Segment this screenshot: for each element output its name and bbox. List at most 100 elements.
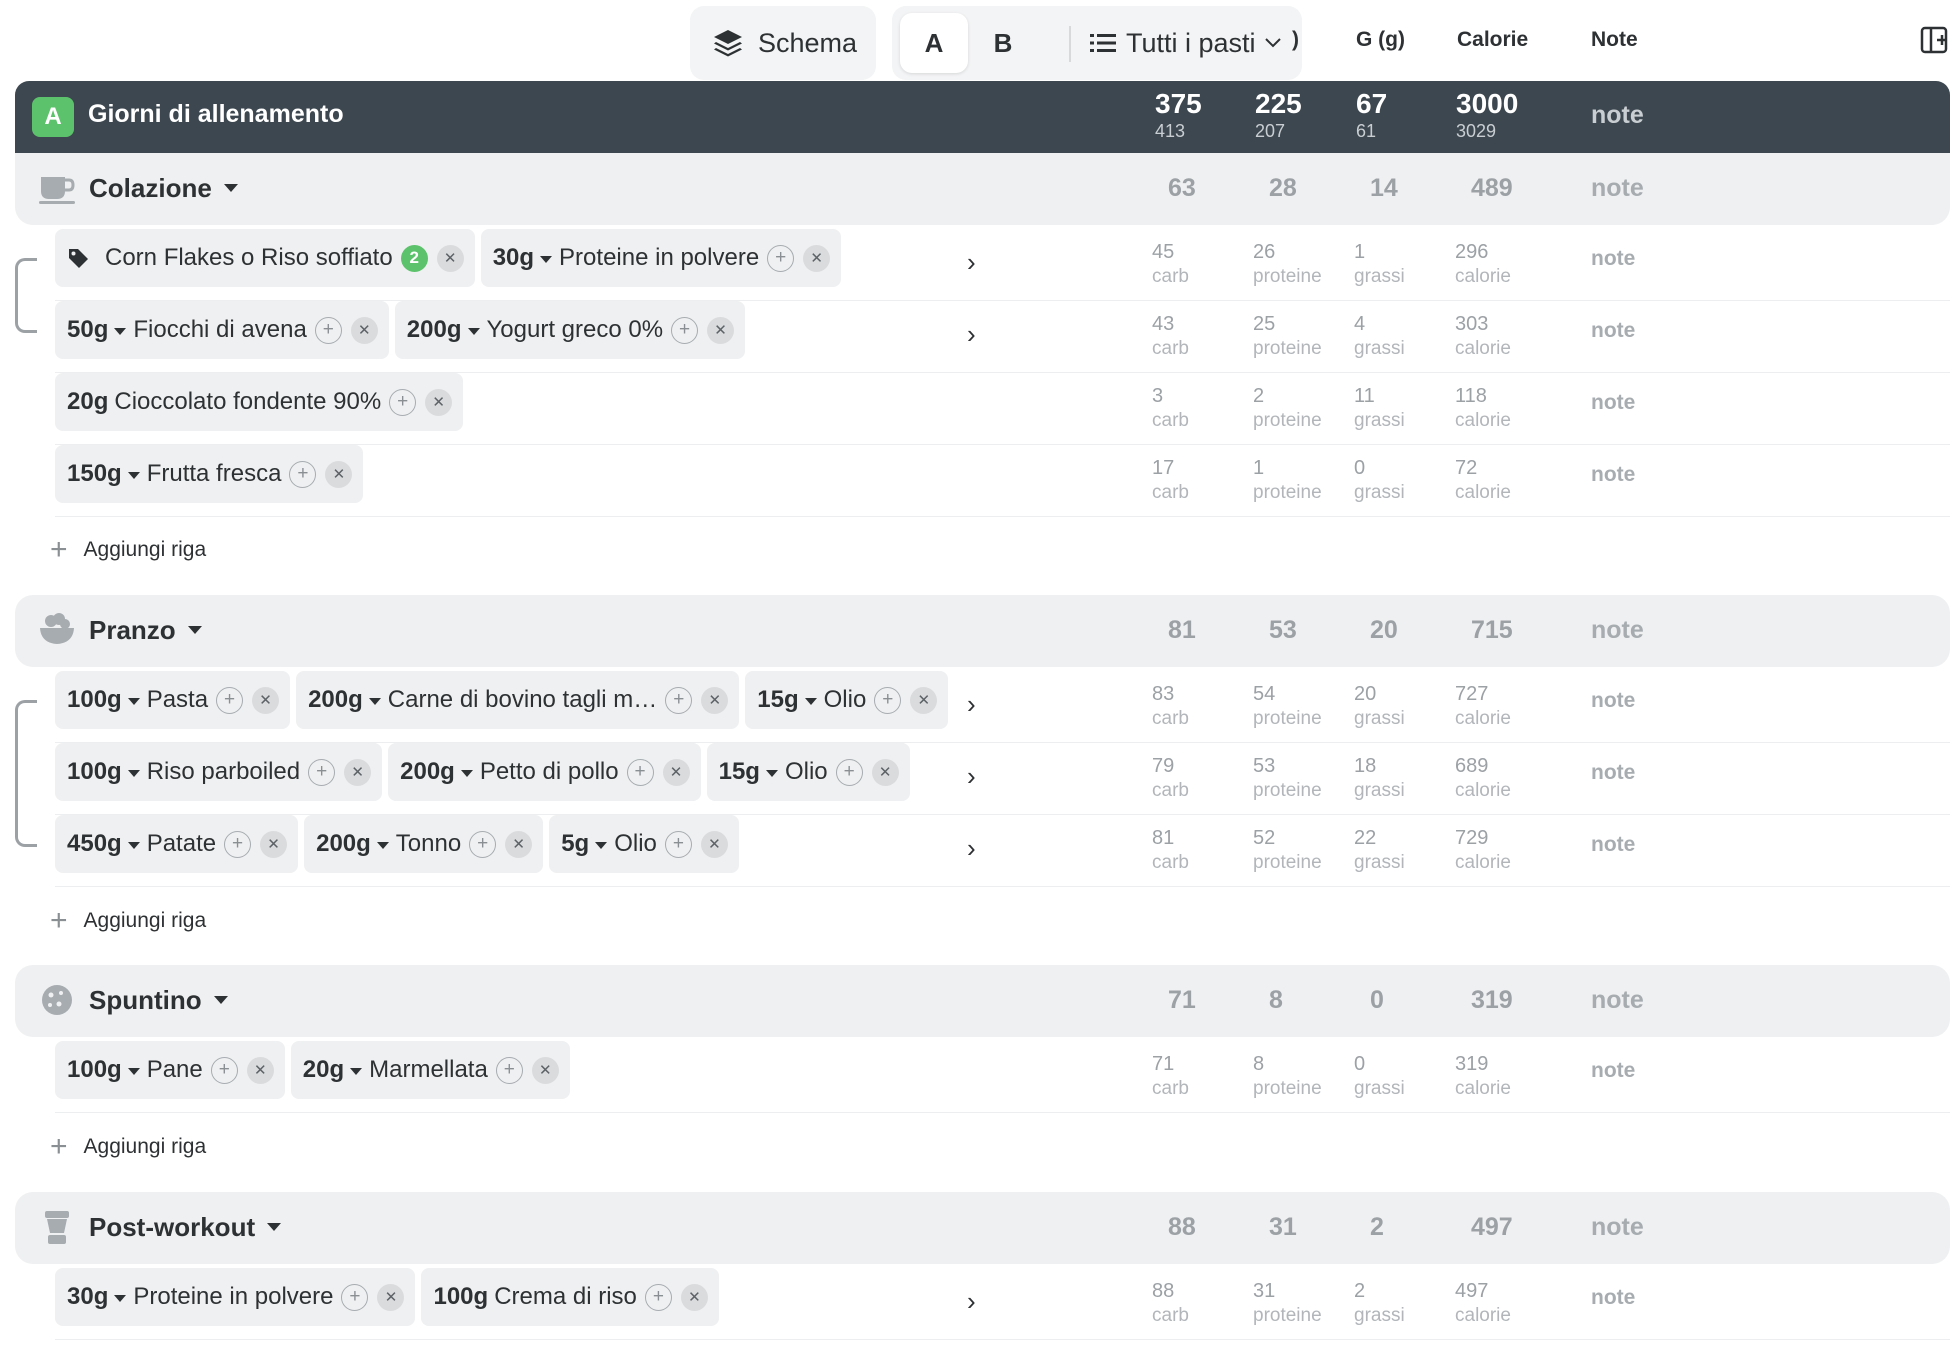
schema-button[interactable]: Schema	[690, 6, 876, 80]
food-chip[interactable]: 150g Frutta fresca + ✕	[55, 445, 364, 503]
food-quantity[interactable]: 15g	[719, 758, 760, 786]
add-alternative-icon[interactable]: +	[767, 244, 795, 272]
meal-name-dropdown[interactable]: Colazione	[89, 173, 238, 204]
caret-down-icon[interactable]	[804, 697, 817, 705]
add-alternative-icon[interactable]: +	[289, 460, 317, 488]
food-quantity[interactable]: 100g	[67, 686, 122, 714]
meal-name-dropdown[interactable]: Spuntino	[89, 985, 228, 1016]
food-chip[interactable]: 20g Marmellata + ✕	[290, 1041, 570, 1099]
add-alternative-icon[interactable]: +	[664, 830, 692, 858]
row-note[interactable]: note	[1591, 1286, 1635, 1310]
add-alternative-icon[interactable]: +	[216, 686, 244, 714]
caret-down-icon[interactable]	[127, 471, 140, 479]
add-alternative-icon[interactable]: +	[671, 316, 699, 344]
food-quantity[interactable]: 200g	[400, 758, 455, 786]
add-alternative-icon[interactable]: +	[389, 388, 417, 416]
variant-b-button[interactable]: B	[969, 13, 1037, 73]
chevron-right-icon[interactable]: ›	[967, 761, 976, 792]
remove-food-icon[interactable]: ✕	[871, 758, 899, 786]
chevron-right-icon[interactable]: ›	[967, 833, 976, 864]
food-chip[interactable]: 100g Pasta + ✕	[55, 671, 291, 729]
add-alternative-icon[interactable]: +	[314, 316, 342, 344]
food-quantity[interactable]: 200g	[308, 686, 363, 714]
caret-down-icon[interactable]	[114, 327, 127, 335]
meal-note[interactable]: note	[1591, 1213, 1644, 1242]
remove-food-icon[interactable]: ✕	[246, 1056, 274, 1084]
caret-down-icon[interactable]	[127, 1067, 140, 1075]
chevron-right-icon[interactable]: ›	[967, 247, 976, 278]
food-chip[interactable]: 100g Crema di riso + ✕	[421, 1268, 719, 1326]
caret-down-icon[interactable]	[765, 769, 778, 777]
food-quantity[interactable]: 30g	[67, 1283, 108, 1311]
food-quantity[interactable]: 50g	[67, 316, 108, 344]
chevron-right-icon[interactable]: ›	[967, 689, 976, 720]
add-alternative-icon[interactable]: +	[626, 758, 654, 786]
remove-food-icon[interactable]: ✕	[425, 388, 453, 416]
food-chip[interactable]: 200g Yogurt greco 0% + ✕	[394, 301, 746, 359]
caret-down-icon[interactable]	[540, 255, 553, 263]
food-chip[interactable]: 5g Olio + ✕	[549, 815, 739, 873]
remove-food-icon[interactable]: ✕	[700, 830, 728, 858]
add-alternative-icon[interactable]: +	[341, 1283, 369, 1311]
add-alternative-icon[interactable]: +	[874, 686, 902, 714]
meal-name-dropdown[interactable]: Post-workout	[89, 1212, 282, 1243]
caret-down-icon[interactable]	[467, 327, 480, 335]
food-quantity[interactable]: 450g	[67, 830, 122, 858]
food-quantity[interactable]: 200g	[316, 830, 371, 858]
caret-down-icon[interactable]	[350, 1067, 363, 1075]
caret-down-icon[interactable]	[127, 697, 140, 705]
caret-down-icon[interactable]	[127, 841, 140, 849]
food-quantity[interactable]: 200g	[407, 316, 462, 344]
panel-add-icon[interactable]	[1920, 26, 1950, 54]
row-note[interactable]: note	[1591, 689, 1635, 713]
meal-note[interactable]: note	[1591, 174, 1644, 203]
food-chip[interactable]: 200g Petto di pollo + ✕	[388, 743, 701, 801]
food-chip[interactable]: 200g Carne di bovino tagli m… + ✕	[296, 671, 740, 729]
caret-down-icon[interactable]	[595, 841, 608, 849]
remove-food-icon[interactable]: ✕	[701, 686, 729, 714]
remove-food-icon[interactable]: ✕	[680, 1283, 708, 1311]
variant-a-button[interactable]: A	[900, 13, 968, 73]
food-chip[interactable]: 100g Pane + ✕	[55, 1041, 285, 1099]
add-row-button[interactable]: + Aggiungi riga	[50, 1132, 206, 1162]
remove-food-icon[interactable]: ✕	[350, 316, 378, 344]
food-chip[interactable]: 30g Proteine in polvere + ✕	[55, 1268, 416, 1326]
food-chip[interactable]: 15g Olio + ✕	[706, 743, 910, 801]
add-row-button[interactable]: + Aggiungi riga	[50, 535, 206, 565]
remove-food-icon[interactable]: ✕	[325, 460, 353, 488]
food-chip[interactable]: 20g Cioccolato fondente 90% + ✕	[55, 373, 464, 431]
header-note[interactable]: note	[1591, 101, 1644, 130]
row-note[interactable]: note	[1591, 391, 1635, 415]
food-quantity[interactable]: 15g	[757, 686, 798, 714]
add-alternative-icon[interactable]: +	[835, 758, 863, 786]
meal-note[interactable]: note	[1591, 616, 1644, 645]
meals-filter-dropdown[interactable]: Tutti i pasti	[1090, 6, 1282, 80]
row-note[interactable]: note	[1591, 319, 1635, 343]
caret-down-icon[interactable]	[376, 841, 389, 849]
remove-food-icon[interactable]: ✕	[707, 316, 735, 344]
food-quantity[interactable]: 5g	[561, 830, 589, 858]
caret-down-icon[interactable]	[114, 1294, 127, 1302]
remove-food-icon[interactable]: ✕	[505, 830, 533, 858]
chevron-right-icon[interactable]: ›	[967, 1286, 976, 1317]
remove-food-icon[interactable]: ✕	[910, 686, 938, 714]
add-alternative-icon[interactable]: +	[495, 1056, 523, 1084]
food-quantity[interactable]: 150g	[67, 460, 122, 488]
remove-food-icon[interactable]: ✕	[531, 1056, 559, 1084]
food-chip[interactable]: 200g Tonno + ✕	[304, 815, 544, 873]
meal-name-dropdown[interactable]: Pranzo	[89, 615, 202, 646]
row-note[interactable]: note	[1591, 463, 1635, 487]
add-alternative-icon[interactable]: +	[224, 830, 252, 858]
row-note[interactable]: note	[1591, 247, 1635, 271]
remove-food-icon[interactable]: ✕	[662, 758, 690, 786]
meal-note[interactable]: note	[1591, 986, 1644, 1015]
food-quantity[interactable]: 20g	[303, 1056, 344, 1084]
food-quantity[interactable]: 100g	[67, 758, 122, 786]
food-quantity[interactable]: 100g	[433, 1283, 488, 1311]
caret-down-icon[interactable]	[127, 769, 140, 777]
row-note[interactable]: note	[1591, 761, 1635, 785]
add-alternative-icon[interactable]: +	[210, 1056, 238, 1084]
add-alternative-icon[interactable]: +	[644, 1283, 672, 1311]
food-quantity[interactable]: 100g	[67, 1056, 122, 1084]
remove-food-icon[interactable]: ✕	[377, 1283, 405, 1311]
